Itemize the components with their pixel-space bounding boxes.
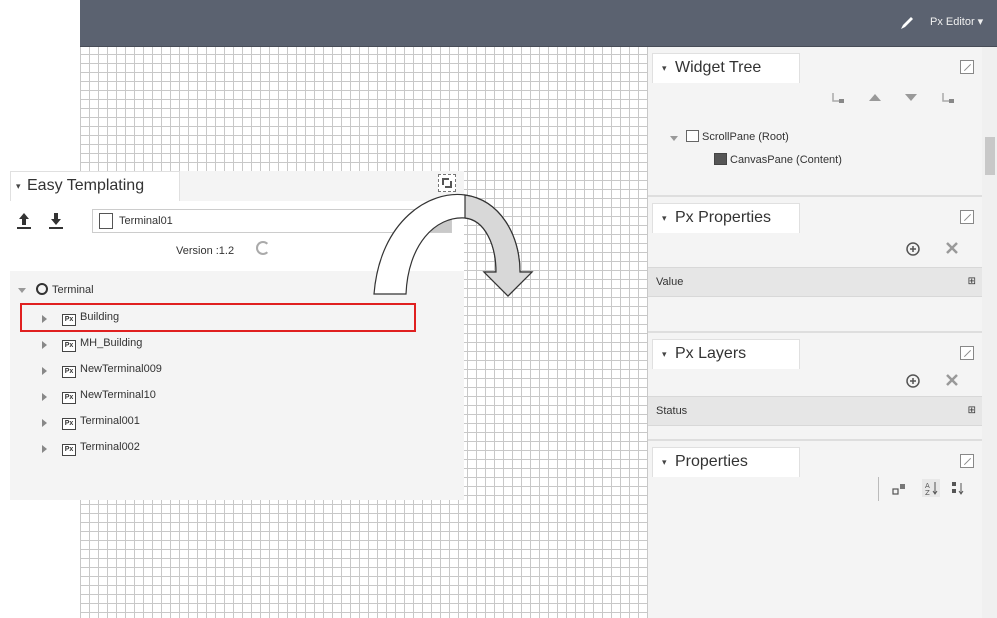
collapse-caret-icon[interactable]: ▾ — [662, 457, 667, 468]
group-icon[interactable] — [891, 481, 907, 497]
move-down-icon[interactable] — [904, 91, 918, 103]
canvaspane-icon — [714, 153, 727, 165]
collapse-caret-icon[interactable]: ▾ — [662, 63, 667, 74]
tab-px-properties[interactable]: ▾ Px Properties — [652, 203, 800, 233]
sort-alpha-icon[interactable]: AZ — [922, 479, 940, 497]
px-file-icon: Px — [62, 418, 76, 430]
tree-node-scrollpane[interactable]: ScrollPane (Root) — [686, 130, 789, 143]
tab-easy-templating[interactable]: ▾ Easy Templating — [10, 171, 180, 201]
property-row-value[interactable]: Value ⊞ — [648, 267, 982, 297]
right-panel-scrollbar[interactable] — [982, 47, 997, 618]
px-file-icon: Px — [62, 340, 76, 352]
scrollbar-thumb[interactable] — [985, 137, 995, 175]
widget-tree-title: Widget Tree — [675, 59, 762, 76]
delete-icon[interactable] — [945, 241, 959, 255]
tree-item-newterminal10[interactable]: Px NewTerminal10 — [62, 389, 156, 404]
top-toolbar: Px Editor ▾ — [80, 0, 997, 47]
collapse-caret-icon[interactable]: ▾ — [16, 181, 21, 192]
expand-caret-icon[interactable] — [42, 341, 47, 349]
toolbar-divider — [878, 477, 879, 501]
sort-category-icon[interactable] — [951, 481, 965, 497]
selection-highlight — [20, 303, 416, 332]
download-icon[interactable] — [48, 211, 64, 231]
pencil-icon[interactable] — [898, 14, 916, 32]
tree-item-terminal002[interactable]: Px Terminal002 — [62, 441, 140, 456]
tree-item-newterminal009[interactable]: Px NewTerminal009 — [62, 363, 162, 378]
move-down-level-icon[interactable] — [940, 89, 956, 105]
widget-tree-header: ▾ Widget Tree — [648, 47, 982, 85]
expand-caret-icon[interactable] — [42, 419, 47, 427]
maximize-icon[interactable] — [960, 210, 974, 224]
version-label: Version :1.2 — [176, 245, 235, 257]
px-layers-title: Px Layers — [675, 345, 747, 362]
px-file-icon: Px — [62, 366, 76, 378]
expand-caret-icon[interactable] — [18, 288, 26, 293]
drag-arrow-annotation — [373, 193, 534, 297]
add-icon[interactable] — [905, 241, 921, 257]
refresh-icon[interactable] — [256, 241, 270, 255]
widget-tree-body: ScrollPane (Root) CanvasPane (Content) — [648, 85, 982, 195]
maximize-icon[interactable] — [960, 60, 974, 74]
move-up-icon[interactable] — [868, 91, 882, 103]
scrollpane-icon — [686, 130, 699, 142]
upload-icon[interactable] — [16, 211, 32, 231]
easy-templating-title: Easy Templating — [27, 177, 145, 194]
maximize-icon[interactable] — [960, 454, 974, 468]
px-properties-title: Px Properties — [675, 209, 772, 226]
px-file-icon: Px — [62, 392, 76, 404]
tab-widget-tree[interactable]: ▾ Widget Tree — [652, 53, 800, 83]
maximize-icon[interactable] — [960, 346, 974, 360]
px-layers-header: ▾ Px Layers — [648, 331, 982, 369]
right-side-panel: ▾ Widget Tree ScrollPane (Root) CanvasPa… — [648, 47, 997, 618]
expand-caret-icon[interactable] — [42, 445, 47, 453]
delete-icon[interactable] — [945, 373, 959, 387]
collapse-caret-icon[interactable]: ▾ — [662, 349, 667, 360]
properties-body: AZ — [648, 477, 982, 618]
template-file-icon — [99, 213, 113, 229]
properties-header: ▾ Properties — [648, 439, 982, 477]
tab-px-layers[interactable]: ▾ Px Layers — [652, 339, 800, 369]
px-layers-body: Status ⊞ — [648, 369, 982, 439]
svg-text:Z: Z — [925, 489, 930, 497]
layer-row-status[interactable]: Status ⊞ — [648, 396, 982, 426]
expand-caret-icon[interactable] — [42, 393, 47, 401]
pin-icon[interactable]: ⊞ — [968, 405, 976, 416]
tree-item-mh-building[interactable]: Px MH_Building — [62, 337, 142, 352]
tab-properties[interactable]: ▾ Properties — [652, 447, 800, 477]
tree-node-canvaspane[interactable]: CanvasPane (Content) — [714, 153, 842, 166]
add-icon[interactable] — [905, 373, 921, 389]
px-properties-header: ▾ Px Properties — [648, 195, 982, 233]
px-editor-menu[interactable]: Px Editor ▾ — [930, 15, 983, 28]
pin-icon[interactable]: ⊞ — [968, 276, 976, 287]
expand-caret-icon[interactable] — [670, 136, 678, 141]
tree-node-terminal[interactable]: Terminal — [36, 283, 94, 296]
px-properties-body: Value ⊞ — [648, 233, 982, 323]
expand-caret-icon[interactable] — [42, 367, 47, 375]
collapse-caret-icon[interactable]: ▾ — [662, 213, 667, 224]
terminal-icon — [36, 283, 48, 295]
tree-item-terminal001[interactable]: Px Terminal001 — [62, 415, 140, 430]
move-up-level-icon[interactable] — [830, 89, 846, 105]
properties-title: Properties — [675, 453, 748, 470]
px-file-icon: Px — [62, 444, 76, 456]
